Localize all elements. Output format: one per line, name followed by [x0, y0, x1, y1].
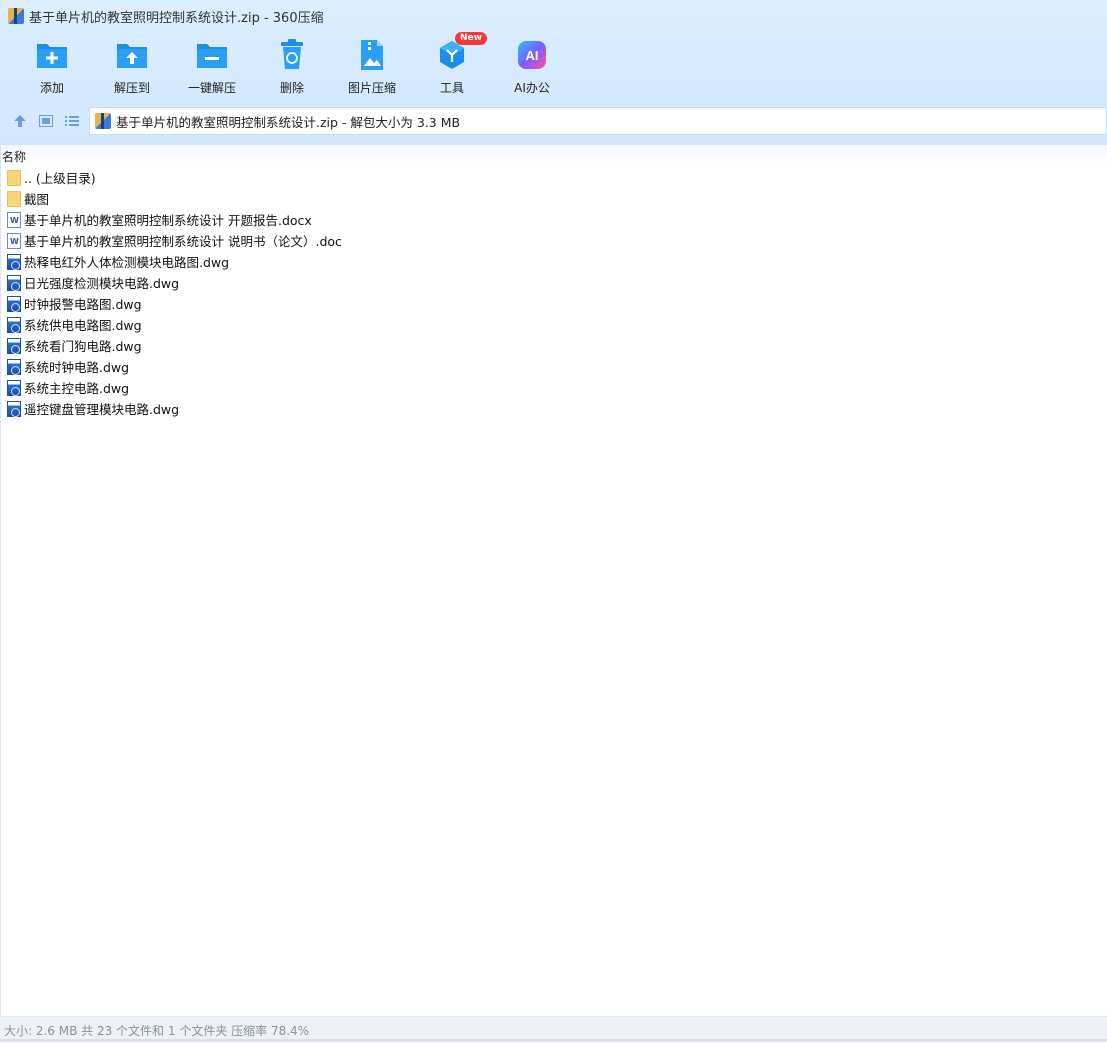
tools-label: 工具: [439, 81, 464, 95]
file-name: 系统供电电路图.dwg: [24, 318, 142, 333]
dwg-file-icon: [7, 337, 21, 354]
file-name: 基于单片机的教室照明控制系统设计 说明书（论文）.doc: [24, 234, 342, 249]
add-button[interactable]: 添加: [12, 36, 92, 100]
archive-icon: [95, 113, 111, 129]
arrow-up-icon: [14, 115, 26, 127]
path-box[interactable]: 基于单片机的教室照明控制系统设计.zip - 解包大小为 3.3 MB: [89, 107, 1107, 135]
word-doc-icon: [7, 211, 21, 228]
file-name: 截图: [24, 192, 50, 207]
delete-icon: [275, 38, 309, 72]
list-item[interactable]: 系统时钟电路.dwg: [1, 356, 1107, 377]
file-name: .. (上级目录): [24, 171, 96, 186]
tools-button[interactable]: New 工具: [412, 32, 492, 100]
file-name: 遥控键盘管理模块电路.dwg: [24, 402, 180, 417]
title-bar: 基于单片机的教室照明控制系统设计.zip - 360压缩: [0, 0, 1107, 32]
word-doc-icon: [7, 232, 21, 249]
file-name: 基于单片机的教室照明控制系统设计 开题报告.docx: [24, 213, 312, 228]
image-compress-label: 图片压缩: [347, 81, 396, 95]
dwg-file-icon: [7, 358, 21, 375]
quick-extract-label: 一键解压: [187, 81, 236, 95]
file-name: 系统看门狗电路.dwg: [24, 339, 142, 354]
status-divider: [0, 1039, 1107, 1041]
dwg-file-icon: [7, 274, 21, 291]
list-view-button[interactable]: [59, 108, 85, 134]
dwg-file-icon: [7, 253, 21, 270]
dwg-file-icon: [7, 316, 21, 333]
thumbnail-view-icon: [39, 115, 53, 127]
file-name: 日光强度检测模块电路.dwg: [24, 276, 180, 291]
file-name: 热释电红外人体检测模块电路图.dwg: [24, 255, 230, 270]
path-text: 基于单片机的教室照明控制系统设计.zip - 解包大小为 3.3 MB: [116, 114, 461, 130]
image-compress-button[interactable]: 图片压缩: [332, 36, 412, 100]
thumbnail-view-button[interactable]: [33, 108, 59, 134]
folder-icon: [7, 190, 21, 207]
delete-button[interactable]: 删除: [252, 36, 332, 100]
list-item[interactable]: 热释电红外人体检测模块电路图.dwg: [1, 251, 1107, 272]
list-item[interactable]: 系统看门狗电路.dwg: [1, 335, 1107, 356]
folder-icon: [7, 169, 21, 186]
column-header-name[interactable]: 名称: [1, 145, 1107, 167]
add-folder-icon: [35, 38, 69, 72]
extract-to-icon: [115, 38, 149, 72]
list-item[interactable]: 系统主控电路.dwg: [1, 377, 1107, 398]
list-item[interactable]: 时钟报警电路图.dwg: [1, 293, 1107, 314]
quick-extract-icon: [195, 38, 229, 72]
ai-office-icon: AI: [515, 38, 549, 72]
list-item[interactable]: 基于单片机的教室照明控制系统设计 开题报告.docx: [1, 209, 1107, 230]
ai-office-label: AI办公: [514, 81, 550, 95]
window-title: 基于单片机的教室照明控制系统设计.zip - 360压缩: [29, 10, 324, 26]
column-header-label: 名称: [2, 149, 27, 164]
ai-office-button[interactable]: AI AI办公: [492, 36, 572, 100]
quick-extract-button[interactable]: 一键解压: [172, 36, 252, 100]
file-name: 系统主控电路.dwg: [24, 381, 130, 396]
image-compress-icon: [355, 38, 389, 72]
list-item[interactable]: 截图: [1, 188, 1107, 209]
status-bar: 大小: 2.6 MB 共 23 个文件和 1 个文件夹 压缩率 78.4%: [0, 1016, 1107, 1043]
ai-office-icon-text: AI: [526, 48, 539, 63]
list-item[interactable]: 基于单片机的教室照明控制系统设计 说明书（论文）.doc: [1, 230, 1107, 251]
up-level-button[interactable]: [7, 108, 33, 134]
navigation-bar: 基于单片机的教室照明控制系统设计.zip - 解包大小为 3.3 MB: [0, 106, 1107, 136]
file-name: 时钟报警电路图.dwg: [24, 297, 142, 312]
list-item[interactable]: 系统供电电路图.dwg: [1, 314, 1107, 335]
file-list: 名称 .. (上级目录) 截图 基于单片机的教室照明控制系统设计 开题报告.do…: [0, 145, 1107, 1016]
list-item[interactable]: 遥控键盘管理模块电路.dwg: [1, 398, 1107, 419]
toolbar: 添加 解压到 一键解压 删除 图片压缩 New 工具 AI AI办公: [12, 32, 572, 100]
top-chrome: 基于单片机的教室照明控制系统设计.zip - 360压缩 添加 解压到 一键解压…: [0, 0, 1107, 145]
list-item[interactable]: .. (上级目录): [1, 167, 1107, 188]
list-view-icon: [65, 116, 79, 126]
list-item[interactable]: 日光强度检测模块电路.dwg: [1, 272, 1107, 293]
new-badge: New: [455, 32, 487, 45]
add-button-label: 添加: [39, 81, 64, 95]
archive-app-icon: [8, 8, 24, 24]
dwg-file-icon: [7, 379, 21, 396]
status-text: 大小: 2.6 MB 共 23 个文件和 1 个文件夹 压缩率 78.4%: [4, 1023, 310, 1038]
extract-to-label: 解压到: [113, 81, 150, 95]
dwg-file-icon: [7, 295, 21, 312]
dwg-file-icon: [7, 400, 21, 417]
file-name: 系统时钟电路.dwg: [24, 360, 130, 375]
delete-label: 删除: [279, 81, 304, 95]
extract-to-button[interactable]: 解压到: [92, 36, 172, 100]
